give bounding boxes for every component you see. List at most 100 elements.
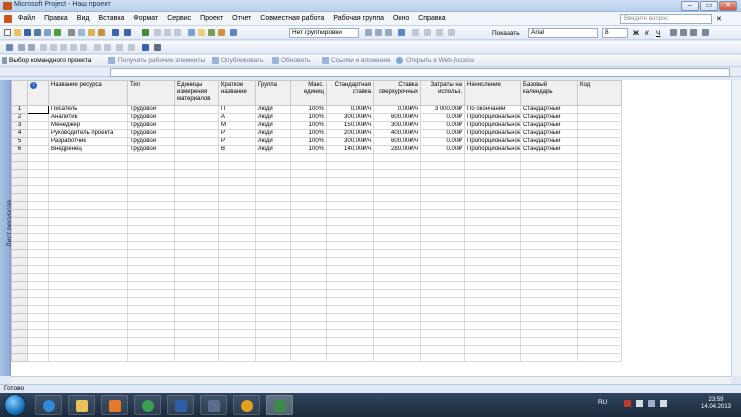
table-cell[interactable] xyxy=(290,169,327,178)
row-number-cell[interactable] xyxy=(11,153,28,162)
table-cell[interactable] xyxy=(577,281,622,290)
table-cell[interactable] xyxy=(326,257,374,266)
table-cell[interactable] xyxy=(420,337,465,346)
table-cell[interactable] xyxy=(290,209,327,218)
table-cell[interactable]: 3 000,00₽ xyxy=(420,105,465,114)
table-cell[interactable] xyxy=(127,329,175,338)
table-cell[interactable] xyxy=(174,265,219,274)
table-cell[interactable] xyxy=(290,233,327,242)
progress-75-icon[interactable] xyxy=(70,44,77,51)
table-cell[interactable]: Разработчик xyxy=(48,137,128,146)
row-number-cell[interactable] xyxy=(11,353,28,362)
table-cell[interactable] xyxy=(290,321,327,330)
table-cell[interactable] xyxy=(27,281,49,290)
table-cell[interactable] xyxy=(520,257,578,266)
table-cell[interactable] xyxy=(420,249,465,258)
toolbar-grip-icon[interactable] xyxy=(2,57,7,64)
document-icon[interactable] xyxy=(4,15,12,23)
table-cell[interactable] xyxy=(420,329,465,338)
table-cell[interactable] xyxy=(326,313,374,322)
menu-help[interactable]: Справка xyxy=(418,12,445,26)
table-cell[interactable] xyxy=(218,225,256,234)
table-cell[interactable]: 140,00₽/ч xyxy=(326,145,374,154)
row-number-cell[interactable] xyxy=(11,249,28,258)
table-cell[interactable] xyxy=(577,289,622,298)
zoom-in-icon[interactable] xyxy=(365,29,372,36)
table-cell[interactable]: Аналитик xyxy=(48,113,128,122)
select-all-cell[interactable] xyxy=(11,80,28,106)
table-cell[interactable]: 0,00₽ xyxy=(420,129,465,138)
table-cell[interactable] xyxy=(420,353,465,362)
table-row[interactable]: 2 Аналитик Трудовой Алюди 100% 300,00₽/ч 600,0… xyxy=(11,113,622,122)
table-cell[interactable] xyxy=(48,185,128,194)
table-cell[interactable] xyxy=(174,329,219,338)
table-cell[interactable] xyxy=(373,289,421,298)
table-cell[interactable] xyxy=(48,225,128,234)
table-cell[interactable] xyxy=(174,249,219,258)
table-cell[interactable] xyxy=(48,201,128,210)
table-cell[interactable] xyxy=(27,225,49,234)
table-cell[interactable]: Трудовой xyxy=(127,105,175,114)
table-cell[interactable] xyxy=(127,241,175,250)
table-cell[interactable] xyxy=(326,337,374,346)
table-cell[interactable] xyxy=(218,329,256,338)
table-cell[interactable] xyxy=(48,337,128,346)
table-cell[interactable] xyxy=(326,353,374,362)
table-cell[interactable] xyxy=(373,297,421,306)
table-cell[interactable] xyxy=(520,177,578,186)
table-cell[interactable] xyxy=(127,297,175,306)
table-cell[interactable] xyxy=(577,313,622,322)
table-cell[interactable] xyxy=(326,329,374,338)
table-cell[interactable] xyxy=(420,209,465,218)
table-cell[interactable] xyxy=(174,193,219,202)
empty-row[interactable] xyxy=(11,153,622,162)
row-number-cell[interactable] xyxy=(11,313,28,322)
table-cell[interactable] xyxy=(373,353,421,362)
table-cell[interactable] xyxy=(420,241,465,250)
undo-icon[interactable] xyxy=(112,29,119,36)
table-cell[interactable] xyxy=(255,289,291,298)
col-header-name[interactable]: Название ресурса xyxy=(48,80,128,106)
empty-row[interactable] xyxy=(11,241,622,250)
table-cell[interactable] xyxy=(290,185,327,194)
table-cell[interactable] xyxy=(326,321,374,330)
table-cell[interactable]: Стандартный xyxy=(520,145,578,154)
table-cell[interactable] xyxy=(27,297,49,306)
table-cell[interactable] xyxy=(577,201,622,210)
copy-icon[interactable] xyxy=(78,29,85,36)
table-cell[interactable] xyxy=(48,345,128,354)
table-cell[interactable]: 0,00₽ xyxy=(420,145,465,154)
table-cell[interactable] xyxy=(174,177,219,186)
table-cell[interactable] xyxy=(373,233,421,242)
table-cell[interactable] xyxy=(577,217,622,226)
publish-items-icon[interactable] xyxy=(212,57,219,64)
table-cell[interactable] xyxy=(174,225,219,234)
table-cell[interactable] xyxy=(27,177,49,186)
table-cell[interactable] xyxy=(255,273,291,282)
table-cell[interactable] xyxy=(420,289,465,298)
table-cell[interactable] xyxy=(290,265,327,274)
table-row[interactable]: 1 Писатель Трудовой Плюди 100% 0,00₽/ч 0,00₽/ч… xyxy=(11,105,622,114)
table-cell[interactable] xyxy=(420,193,465,202)
fit-icon[interactable] xyxy=(128,44,135,51)
table-cell[interactable] xyxy=(326,241,374,250)
web-access-icon[interactable] xyxy=(396,57,403,64)
table-cell[interactable] xyxy=(420,265,465,274)
table-cell[interactable] xyxy=(577,225,622,234)
progress-25-icon[interactable] xyxy=(50,44,57,51)
table-cell[interactable] xyxy=(326,217,374,226)
redo-icon[interactable] xyxy=(124,29,131,36)
table-cell[interactable] xyxy=(255,241,291,250)
row-number-cell[interactable] xyxy=(11,321,28,330)
row-number-cell[interactable] xyxy=(11,233,28,242)
table-cell[interactable] xyxy=(48,273,128,282)
table-cell[interactable] xyxy=(373,161,421,170)
task-info-icon[interactable] xyxy=(188,29,195,36)
table-cell[interactable]: 100% xyxy=(290,145,327,154)
table-cell[interactable] xyxy=(577,257,622,266)
col-header-max-units[interactable]: Макс. единиц xyxy=(290,80,327,106)
menu-view[interactable]: Вид xyxy=(77,12,90,26)
table-cell[interactable]: 100% xyxy=(290,105,327,114)
table-cell[interactable] xyxy=(127,169,175,178)
col-header-material-label[interactable]: Единицы измерения материалов xyxy=(174,80,219,106)
